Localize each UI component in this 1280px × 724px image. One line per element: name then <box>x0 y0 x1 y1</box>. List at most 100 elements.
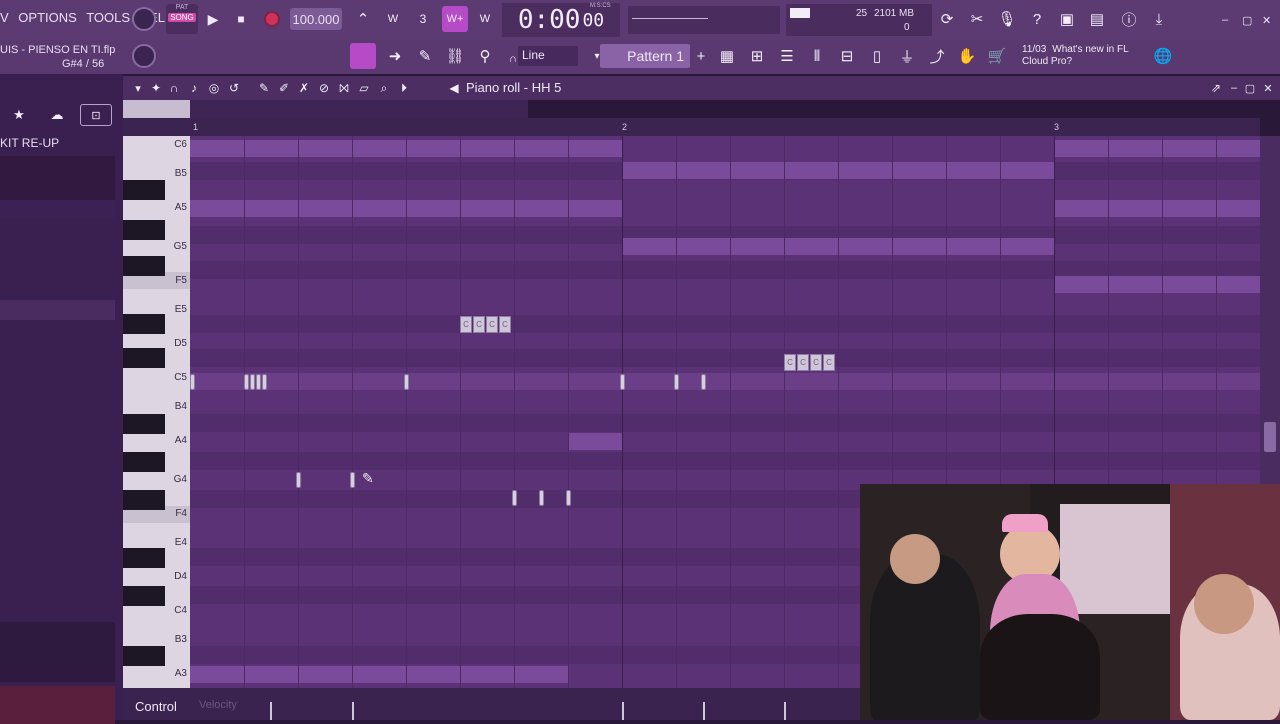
piano-roll-title[interactable]: Piano roll - HH 5 <box>466 80 561 95</box>
pencil-icon[interactable]: ✎ <box>414 45 436 67</box>
note-icon[interactable]: ♪ <box>183 77 205 99</box>
snap-icon[interactable]: ∩ <box>163 77 185 99</box>
note[interactable] <box>674 374 679 390</box>
shop-icon[interactable]: 🛒 <box>986 45 1008 67</box>
pat-song-toggle[interactable]: PAT SONG <box>166 4 198 34</box>
snap-mode-select[interactable]: Line <box>518 46 578 66</box>
note[interactable]: C <box>823 354 835 371</box>
velocity-bar[interactable] <box>784 702 786 720</box>
note[interactable] <box>404 374 409 390</box>
microphone-icon[interactable]: 🎙 <box>996 8 1018 30</box>
arrow-right-icon[interactable]: ➜ <box>384 45 406 67</box>
plugin-database-icon[interactable]: ▯ <box>866 45 888 67</box>
note[interactable]: C <box>499 316 511 333</box>
note[interactable] <box>190 374 195 390</box>
stamp-icon[interactable]: ⚲ <box>474 45 496 67</box>
master-pitch-knob[interactable] <box>132 44 156 68</box>
play-icon[interactable]: ▶ <box>204 9 222 29</box>
control-label[interactable]: Control <box>135 699 177 714</box>
scroll-thumb[interactable] <box>1264 422 1276 452</box>
browser-row-selected[interactable] <box>0 300 115 320</box>
black-key[interactable] <box>123 180 165 200</box>
menu-options[interactable]: OPTIONS <box>18 10 77 25</box>
loop-record-icon[interactable]: W <box>474 8 496 30</box>
countdown-icon[interactable]: 3 <box>412 8 434 30</box>
touch-controller-icon[interactable]: ✋ <box>956 45 978 67</box>
wait-input-icon[interactable]: W <box>382 8 404 30</box>
menu-tools[interactable]: TOOLS <box>86 10 130 25</box>
velocity-bar[interactable] <box>270 702 272 720</box>
pattern-selector[interactable]: Pattern 1 <box>600 44 690 68</box>
plug-icon[interactable]: ⏚ <box>896 45 918 67</box>
piano-roll-icon[interactable]: ⊞ <box>746 45 768 67</box>
black-key[interactable] <box>123 646 165 666</box>
pr-close-icon[interactable]: ✕ <box>1257 77 1279 99</box>
black-key[interactable] <box>123 414 165 434</box>
record-icon[interactable] <box>264 11 280 27</box>
black-key[interactable] <box>123 314 165 334</box>
slice-tool-icon[interactable]: ⨝ <box>333 77 355 99</box>
note[interactable] <box>701 374 706 390</box>
note[interactable] <box>512 490 517 506</box>
note[interactable]: C <box>784 354 796 371</box>
note[interactable] <box>256 374 261 390</box>
browser-icon[interactable]: ⊟ <box>836 45 858 67</box>
close-icon[interactable]: ✕ <box>1262 14 1271 27</box>
velocity-bar[interactable] <box>622 702 624 720</box>
export-icon[interactable]: ▤ <box>1086 8 1108 30</box>
cloud-icon[interactable]: ☁ <box>46 104 68 126</box>
star-icon[interactable]: ★ <box>8 104 30 126</box>
black-key[interactable] <box>123 256 165 276</box>
note[interactable]: C <box>473 316 485 333</box>
save-icon[interactable]: ▣ <box>1056 8 1078 30</box>
playback-tool-icon[interactable]: ⏵ <box>393 77 415 99</box>
undo-history-icon[interactable]: ⟳ <box>936 8 958 30</box>
event-editor[interactable]: Control Velocity <box>123 688 860 720</box>
delete-tool-icon[interactable]: ✗ <box>293 77 315 99</box>
zoom-tool-icon[interactable]: ⌕ <box>373 77 395 99</box>
channel-rack-icon[interactable]: ☰ <box>776 45 798 67</box>
record-mode-icon[interactable]: ◎ <box>203 77 225 99</box>
mute-tool-icon[interactable]: ⊘ <box>313 77 335 99</box>
download-icon[interactable]: ⤓ <box>1148 8 1170 30</box>
black-key[interactable] <box>123 490 165 510</box>
black-key[interactable] <box>123 586 165 606</box>
stop-icon[interactable]: ■ <box>232 9 250 29</box>
help-icon[interactable]: ? <box>1026 8 1048 30</box>
cut-icon[interactable]: ✂ <box>966 8 988 30</box>
note[interactable] <box>350 472 355 488</box>
mixer-icon[interactable]: ⫴ <box>806 45 828 67</box>
black-key[interactable] <box>123 452 165 472</box>
note[interactable] <box>296 472 301 488</box>
note[interactable] <box>620 374 625 390</box>
minimize-icon[interactable]: – <box>1222 14 1228 26</box>
tempo-display[interactable]: 100.000 <box>290 8 342 30</box>
folder-icon[interactable]: ⊡ <box>80 104 112 126</box>
speaker-icon[interactable]: ◀ <box>443 77 465 99</box>
note[interactable] <box>244 374 249 390</box>
playlist-icon[interactable]: ▦ <box>716 45 738 67</box>
paint-tool-icon[interactable]: ✐ <box>273 77 295 99</box>
piano-keyboard[interactable]: C6 B5 A5 G5 F5 E5 D5 C5 B4 A4 G4 F4 E4 D… <box>123 136 190 688</box>
blend-notes-icon[interactable]: W+ <box>442 6 468 32</box>
note[interactable]: C <box>797 354 809 371</box>
note[interactable] <box>262 374 267 390</box>
note[interactable]: C <box>486 316 498 333</box>
add-pattern-icon[interactable]: + <box>690 45 712 67</box>
news-panel[interactable]: 11/03 What's new in FL Cloud Pro? <box>1022 44 1142 68</box>
menu-view[interactable]: V <box>0 10 9 25</box>
pattern-overview[interactable] <box>190 100 528 118</box>
draw-tool-icon[interactable]: ✎ <box>253 77 275 99</box>
note[interactable]: C <box>810 354 822 371</box>
select-tool-icon[interactable]: ▱ <box>353 77 375 99</box>
globe-icon[interactable]: 🌐 <box>1152 45 1174 67</box>
time-ruler[interactable]: 1 2 3 <box>123 118 1260 136</box>
metronome-icon[interactable]: ⌃ <box>352 8 374 30</box>
velocity-bar[interactable] <box>703 702 705 720</box>
loop-icon[interactable]: ↺ <box>223 77 245 99</box>
note[interactable]: C <box>460 316 472 333</box>
maximize-icon[interactable]: ▢ <box>1242 14 1252 27</box>
black-key[interactable] <box>123 348 165 368</box>
note[interactable] <box>566 490 571 506</box>
browser-row[interactable] <box>0 200 115 218</box>
